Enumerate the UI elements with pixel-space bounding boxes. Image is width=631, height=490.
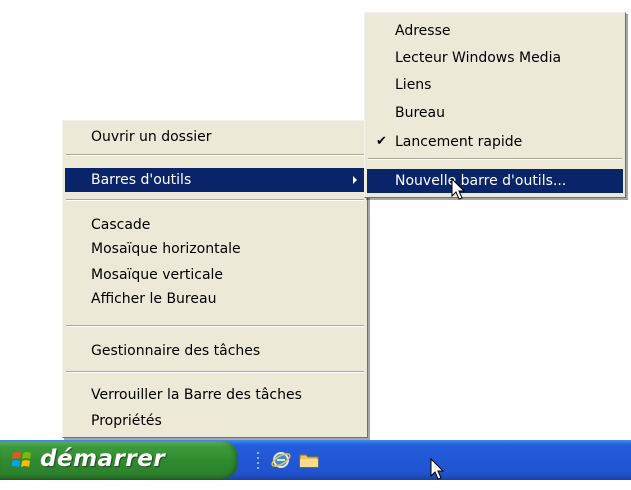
menu-separator	[66, 154, 364, 156]
menu-item-label: Ouvrir un dossier	[91, 129, 212, 145]
menu-item-label: Mosaïque horizontale	[91, 241, 241, 257]
mouse-cursor-icon	[451, 178, 466, 200]
menu-item-label: Barres d'outils	[91, 172, 192, 188]
menu-item-label: Gestionnaire des tâches	[91, 343, 261, 359]
mouse-cursor-icon	[430, 458, 445, 480]
menu-item-label: Mosaïque verticale	[91, 267, 224, 283]
start-button[interactable]: démarrer	[0, 441, 238, 479]
menu-separator	[66, 325, 364, 327]
menu-separator	[368, 158, 622, 160]
menu-item-tile-vertical[interactable]: Mosaïque verticale	[65, 263, 365, 287]
submenu-item-address[interactable]: Adresse	[367, 19, 623, 43]
folder-icon[interactable]	[298, 449, 320, 471]
checkmark-icon: ✔	[376, 134, 387, 149]
submenu-item-windows-media-player[interactable]: Lecteur Windows Media	[367, 46, 623, 70]
menu-item-toolbars[interactable]: Barres d'outils	[65, 168, 365, 192]
menu-item-task-manager[interactable]: Gestionnaire des tâches	[65, 339, 365, 363]
menu-item-label: Bureau	[395, 105, 445, 121]
quick-launch-grip[interactable]	[256, 451, 260, 471]
submenu-item-desktop[interactable]: Bureau	[367, 101, 623, 125]
menu-item-lock-taskbar[interactable]: Verrouiller la Barre des tâches	[65, 383, 365, 407]
menu-item-cascade[interactable]: Cascade	[65, 213, 365, 237]
menu-item-label: Verrouiller la Barre des tâches	[91, 387, 302, 403]
menu-item-label: Lancement rapide	[395, 134, 523, 150]
windows-logo-icon	[12, 452, 31, 467]
start-label: démarrer	[40, 446, 166, 472]
menu-item-label: Adresse	[395, 23, 451, 39]
submenu-item-links[interactable]: Liens	[367, 73, 623, 97]
menu-item-properties[interactable]: Propriétés	[65, 409, 365, 433]
submenu-arrow-icon	[353, 176, 357, 184]
menu-item-show-desktop[interactable]: Afficher le Bureau	[65, 287, 365, 311]
toolbars-submenu: Adresse Lecteur Windows Media Liens Bure…	[364, 12, 626, 198]
internet-explorer-icon[interactable]	[270, 449, 292, 471]
menu-separator	[66, 199, 364, 201]
menu-item-label: Nouvelle barre d'outils...	[395, 173, 567, 189]
submenu-item-new-toolbar[interactable]: Nouvelle barre d'outils...	[367, 169, 623, 193]
menu-item-tile-horizontal[interactable]: Mosaïque horizontale	[65, 237, 365, 261]
menu-item-label: Cascade	[91, 217, 151, 233]
menu-item-label: Propriétés	[91, 413, 162, 429]
menu-item-open-folder[interactable]: Ouvrir un dossier	[65, 125, 365, 149]
taskbar-context-menu: Ouvrir un dossier Barres d'outils Cascad…	[62, 120, 368, 438]
submenu-item-quick-launch[interactable]: ✔ Lancement rapide	[367, 130, 623, 154]
menu-item-label: Lecteur Windows Media	[395, 50, 562, 66]
menu-item-label: Afficher le Bureau	[91, 291, 217, 307]
menu-separator	[66, 371, 364, 373]
menu-item-label: Liens	[395, 77, 432, 93]
